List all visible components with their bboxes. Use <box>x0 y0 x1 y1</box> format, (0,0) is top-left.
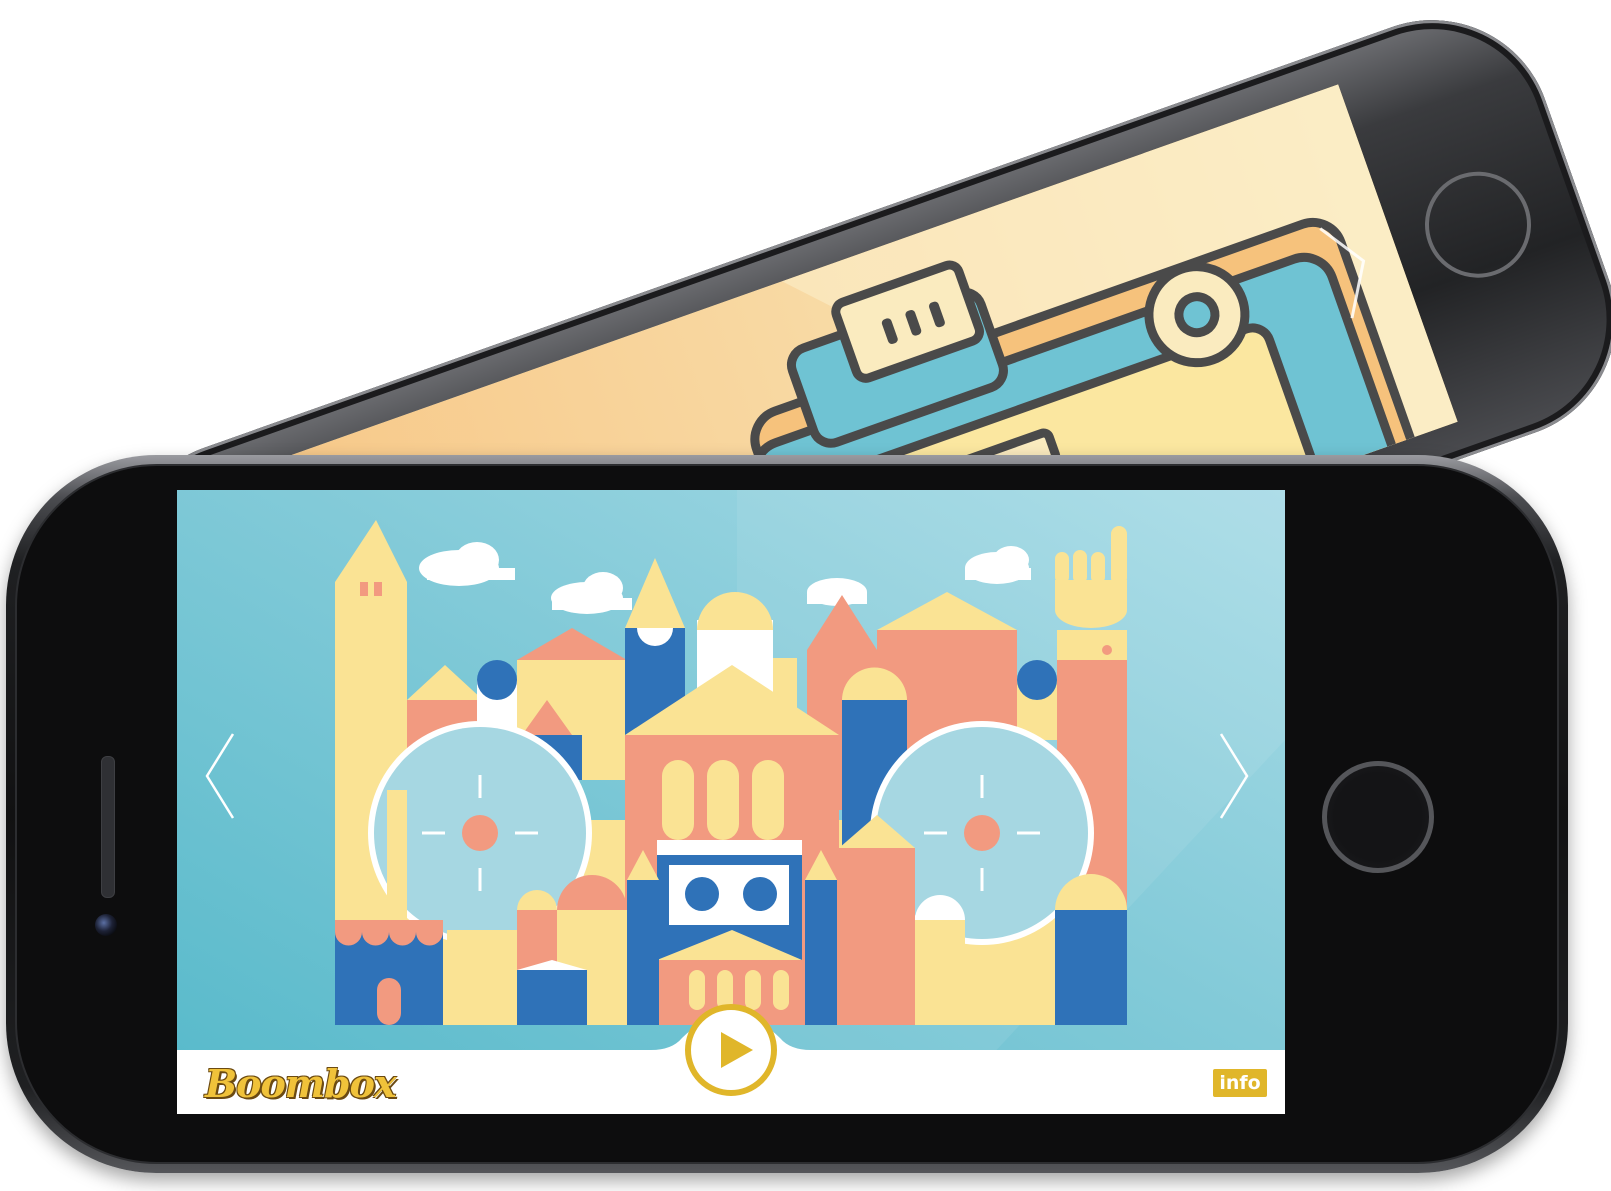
boombox-logo[interactable]: Boombox <box>205 1056 397 1110</box>
chevron-left-icon[interactable] <box>201 730 241 822</box>
info-button[interactable]: info <box>1213 1069 1267 1097</box>
chevron-right-icon[interactable] <box>1213 730 1253 822</box>
home-button[interactable] <box>1322 761 1434 873</box>
front-camera-icon <box>95 914 117 936</box>
app-screen: Boombox info <box>177 490 1285 1114</box>
earpiece-speaker <box>101 756 115 898</box>
back-phone-home-button <box>1410 157 1546 293</box>
play-icon <box>721 1032 753 1068</box>
play-button[interactable] <box>685 1004 777 1096</box>
logo-text: Boombox <box>205 1061 397 1106</box>
